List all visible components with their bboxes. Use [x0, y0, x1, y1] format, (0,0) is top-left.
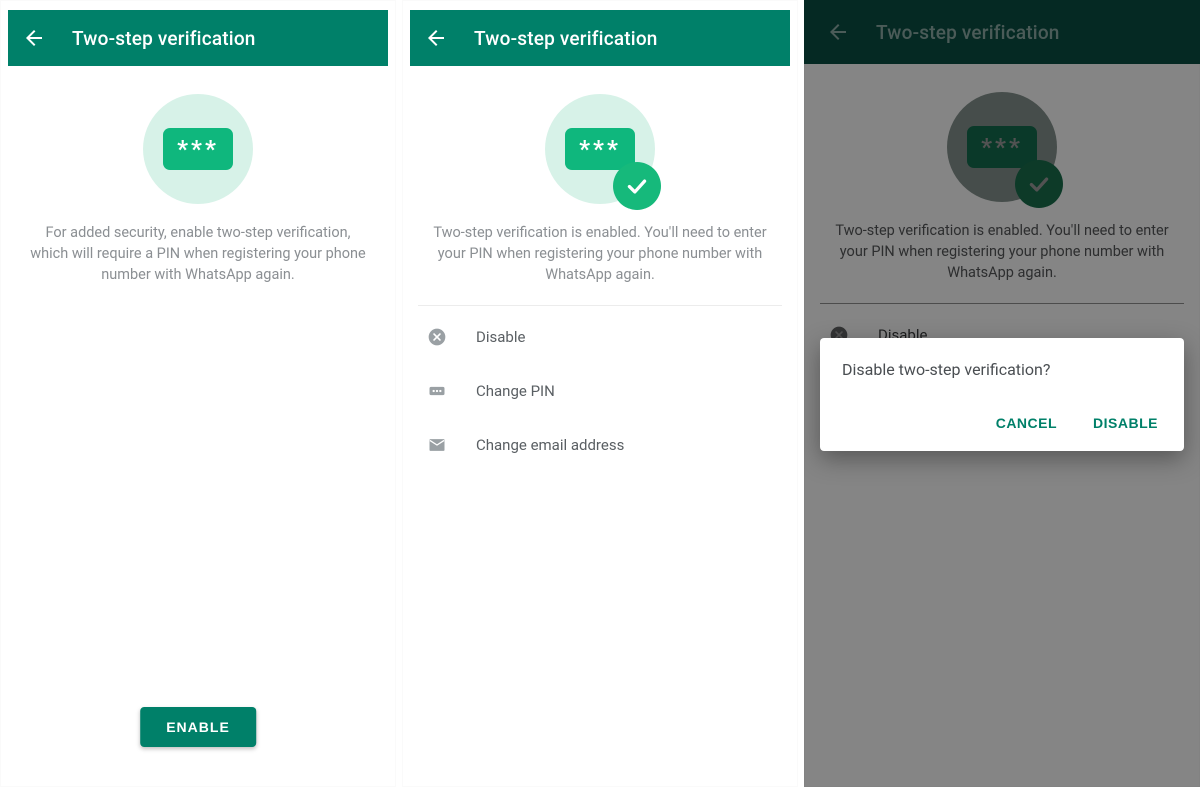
screen-enabled-options: Two-step verification *** Two-step verif…: [402, 0, 798, 787]
email-icon: [426, 434, 448, 456]
checkmark-badge-icon: [613, 162, 661, 210]
option-label: Disable: [476, 328, 525, 346]
back-arrow-icon[interactable]: [424, 26, 448, 50]
pin-coin-icon: ***: [143, 94, 253, 204]
cancel-button[interactable]: CANCEL: [992, 407, 1061, 439]
option-change-email[interactable]: Change email address: [402, 418, 798, 472]
back-arrow-icon[interactable]: [22, 26, 46, 50]
enable-button[interactable]: ENABLE: [140, 707, 256, 747]
appbar-title: Two-step verification: [474, 27, 658, 50]
screen-disable-dialog: Two-step verification *** Two-step verif…: [804, 0, 1200, 787]
hero-graphic: ***: [0, 66, 396, 204]
option-disable[interactable]: Disable: [402, 310, 798, 364]
description-text: Two-step verification is enabled. You'll…: [402, 204, 798, 285]
dialog-actions: CANCEL DISABLE: [842, 407, 1162, 439]
divider: [418, 305, 782, 306]
pin-pill-icon: ***: [163, 128, 233, 170]
appbar: Two-step verification: [410, 10, 790, 66]
dialog-title: Disable two-step verification?: [842, 360, 1162, 379]
option-label: Change email address: [476, 436, 624, 454]
disable-icon: [426, 326, 448, 348]
option-label: Change PIN: [476, 382, 555, 400]
appbar-title: Two-step verification: [72, 27, 256, 50]
description-text: For added security, enable two-step veri…: [0, 204, 396, 285]
option-change-pin[interactable]: Change PIN: [402, 364, 798, 418]
screen-enable-prompt: Two-step verification *** For added secu…: [0, 0, 396, 787]
confirm-disable-dialog: Disable two-step verification? CANCEL DI…: [820, 338, 1184, 451]
pin-coin-icon: ***: [545, 94, 655, 204]
pin-icon: [426, 380, 448, 402]
disable-confirm-button[interactable]: DISABLE: [1089, 407, 1162, 439]
pin-pill-icon: ***: [565, 128, 635, 170]
hero-graphic: ***: [402, 66, 798, 204]
appbar: Two-step verification: [8, 10, 388, 66]
